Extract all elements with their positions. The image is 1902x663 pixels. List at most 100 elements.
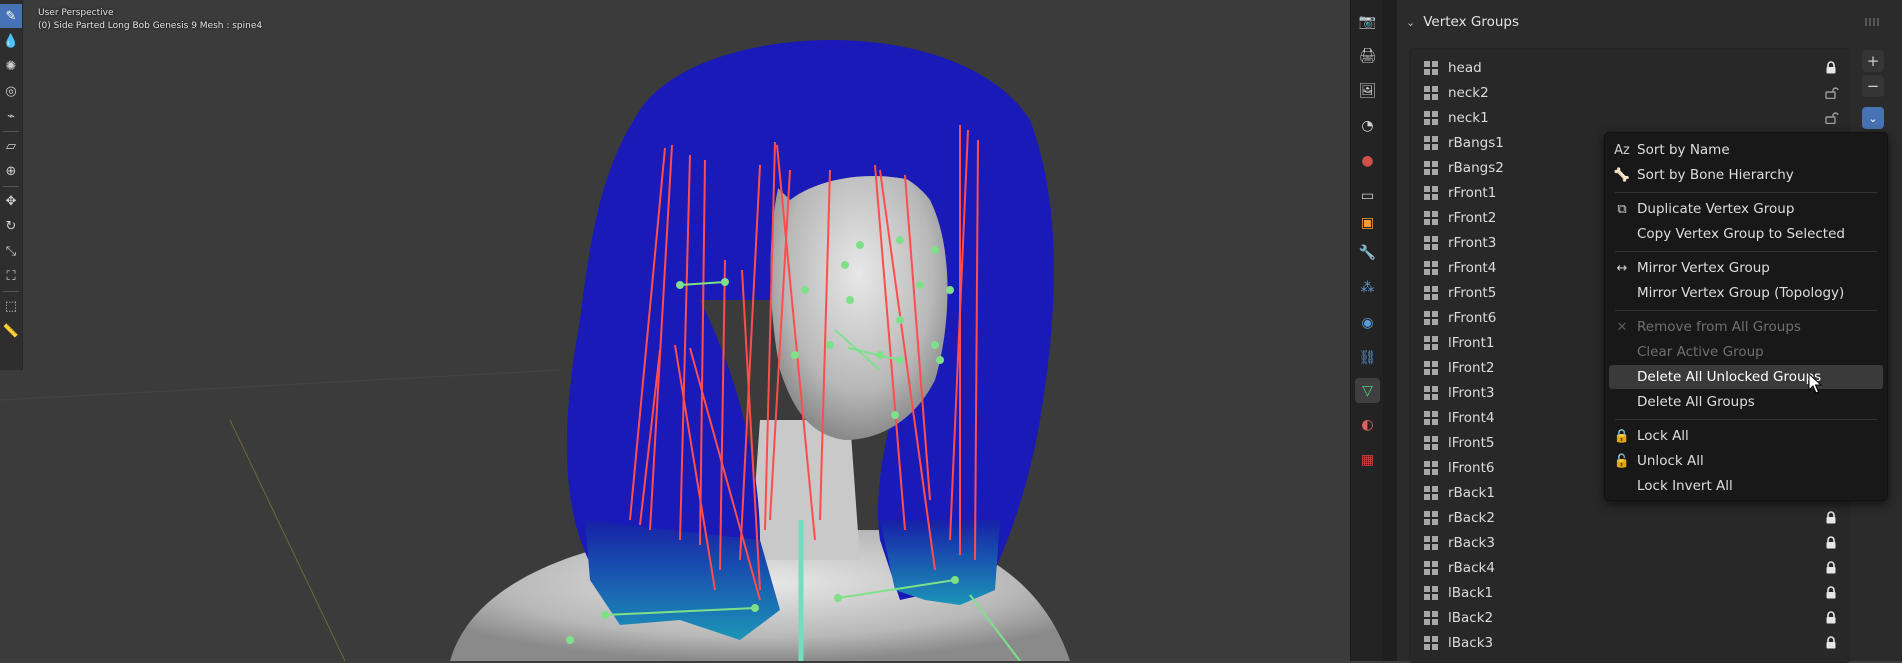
chevron-down-icon[interactable]: ⌄ <box>1406 16 1415 29</box>
lock-icon[interactable] <box>1825 611 1837 624</box>
rotate-icon[interactable]: ↻ <box>0 214 22 238</box>
vertex-group-name[interactable]: rBack3 <box>1448 535 1849 551</box>
panel-gutter <box>1383 0 1397 661</box>
vertex-group-icon <box>1424 485 1438 500</box>
render-icon[interactable]: 📷 <box>1355 9 1380 34</box>
vertex-group-row[interactable]: lBack3 <box>1410 630 1849 655</box>
modifiers-icon[interactable]: 🔧 <box>1355 240 1380 265</box>
unlock-icon[interactable] <box>1825 111 1839 124</box>
lock-icon[interactable] <box>1825 586 1837 599</box>
grid-axis-line <box>229 419 346 661</box>
vertex-group-name[interactable]: lBack2 <box>1448 610 1849 626</box>
vertex-group-specials-button[interactable]: ⌄ <box>1862 107 1884 129</box>
view-layer-icon[interactable]: 🖼 <box>1355 78 1380 103</box>
vertex-group-icon <box>1424 310 1438 325</box>
vertex-group-row[interactable]: lBack2 <box>1410 605 1849 630</box>
add-vertex-group-button[interactable]: + <box>1862 50 1884 72</box>
cursor-icon[interactable]: ⊕ <box>0 159 22 183</box>
x-icon: ✕ <box>1616 319 1628 335</box>
scale-icon[interactable]: ⤡ <box>0 239 22 263</box>
vertex-group-icon <box>1424 360 1438 375</box>
particles-icon[interactable]: ⁂ <box>1355 275 1380 300</box>
measure-icon[interactable]: 📏 <box>0 319 22 343</box>
vertex-group-name[interactable]: neck1 <box>1448 110 1849 126</box>
menu-item-lock-invert-all[interactable]: Lock Invert All <box>1609 474 1883 498</box>
vertex-group-name[interactable]: lBack1 <box>1448 585 1849 601</box>
grid-line <box>0 369 561 401</box>
blur-drop-icon[interactable]: 💧 <box>0 29 22 53</box>
vertex-group-row[interactable]: neck2 <box>1410 80 1849 105</box>
menu-item-sort-by-bone-hierarchy[interactable]: 🦴 Sort by Bone Hierarchy <box>1609 163 1883 187</box>
lock-icon[interactable] <box>1825 636 1837 649</box>
vertex-group-name[interactable]: head <box>1448 60 1849 76</box>
vertex-group-icon <box>1424 260 1438 275</box>
smear-icon[interactable]: ✺ <box>0 54 22 78</box>
object-icon[interactable]: ▣ <box>1355 210 1380 235</box>
menu-item-delete-all-unlocked-groups[interactable]: Delete All Unlocked Groups <box>1609 365 1883 389</box>
select-box-icon[interactable]: ⬚ <box>0 294 22 318</box>
menu-item-sort-by-name[interactable]: Aᴢ Sort by Name <box>1609 138 1883 162</box>
vertex-group-icon <box>1424 160 1438 175</box>
lock-icon: 🔒 <box>1613 428 1631 444</box>
vertex-group-icon <box>1424 410 1438 425</box>
vertex-group-icon <box>1424 460 1438 475</box>
menu-item-delete-all-groups[interactable]: Delete All Groups <box>1609 390 1883 414</box>
menu-item-unlock-all[interactable]: 🔓 Unlock All <box>1609 449 1883 473</box>
menu-item-label: Mirror Vertex Group (Topology) <box>1637 285 1845 301</box>
menu-item-mirror-vertex-group[interactable]: ↔ Mirror Vertex Group <box>1609 256 1883 280</box>
menu-item-clear-active-group: Clear Active Group <box>1609 340 1883 364</box>
lock-icon[interactable] <box>1825 536 1837 549</box>
menu-item-copy-vertex-group-to-selected[interactable]: Copy Vertex Group to Selected <box>1609 222 1883 246</box>
lock-icon[interactable] <box>1825 561 1837 574</box>
gradient-icon[interactable]: ▱ <box>0 134 22 158</box>
transform-icon[interactable]: ⛶ <box>0 264 22 288</box>
menu-item-label: Lock All <box>1637 428 1689 444</box>
face-mesh <box>770 162 948 440</box>
sort-alpha-icon: Aᴢ <box>1614 142 1630 158</box>
vertex-group-row[interactable]: rBack2 <box>1410 505 1849 530</box>
remove-vertex-group-button[interactable]: − <box>1862 75 1884 97</box>
vertex-group-name[interactable]: neck2 <box>1448 85 1849 101</box>
eyedropper-icon[interactable]: ⌁ <box>0 104 22 128</box>
world-icon[interactable]: ● <box>1355 148 1380 173</box>
menu-separator <box>1615 310 1877 311</box>
vertex-group-row[interactable]: rBack3 <box>1410 530 1849 555</box>
clone-icon[interactable]: ◎ <box>0 79 22 103</box>
annotate-brush-icon[interactable]: ✎ <box>0 4 22 28</box>
vertex-group-row[interactable]: lBack1 <box>1410 580 1849 605</box>
menu-separator <box>1615 192 1877 193</box>
unlock-icon[interactable] <box>1825 86 1839 99</box>
output-icon[interactable]: 🖨 <box>1355 43 1380 68</box>
vertex-groups-header[interactable]: ⌄ Vertex Groups <box>1397 8 1887 36</box>
lock-icon[interactable] <box>1825 61 1837 74</box>
vertex-group-icon <box>1424 510 1438 525</box>
lock-icon[interactable] <box>1825 511 1837 524</box>
vertex-group-name[interactable]: lBack3 <box>1448 635 1849 651</box>
menu-item-label: Delete All Unlocked Groups <box>1637 369 1822 385</box>
vertex-group-name[interactable]: rBack2 <box>1448 510 1849 526</box>
viewport-scene <box>0 40 1070 661</box>
texture-icon[interactable]: ▦ <box>1355 447 1380 472</box>
scene-icon[interactable]: ◔ <box>1355 113 1380 138</box>
constraints-icon[interactable]: ⛓ <box>1355 345 1380 370</box>
toolbar-separator <box>3 186 19 187</box>
physics-icon[interactable]: ◉ <box>1355 310 1380 335</box>
object-data-icon[interactable]: ▽ <box>1355 378 1380 403</box>
vertex-group-row[interactable]: neck1 <box>1410 105 1849 130</box>
menu-item-lock-all[interactable]: 🔒 Lock All <box>1609 424 1883 448</box>
drag-grip-icon[interactable] <box>1865 18 1879 26</box>
vertex-group-icon <box>1424 610 1438 625</box>
vertex-group-icon <box>1424 435 1438 450</box>
3d-viewport[interactable]: ✎ 💧 ✺ ◎ ⌁ ▱ ⊕ ✥ ↻ ⤡ ⛶ ⬚ 📏 User Perspective (0) Side … <box>0 0 1350 661</box>
vertex-group-row[interactable]: head <box>1410 55 1849 80</box>
vertex-group-row[interactable]: rBack4 <box>1410 555 1849 580</box>
menu-item-label: Delete All Groups <box>1637 394 1755 410</box>
menu-item-mirror-vertex-group-topology[interactable]: Mirror Vertex Group (Topology) <box>1609 281 1883 305</box>
vertex-group-icon <box>1424 385 1438 400</box>
vertex-group-name[interactable]: rBack4 <box>1448 560 1849 576</box>
menu-item-duplicate-vertex-group[interactable]: ⧉ Duplicate Vertex Group <box>1609 197 1883 221</box>
material-icon[interactable]: ◐ <box>1355 412 1380 437</box>
vertex-group-icon <box>1424 210 1438 225</box>
collection-icon[interactable]: ▭ <box>1355 183 1380 208</box>
move-icon[interactable]: ✥ <box>0 189 22 213</box>
